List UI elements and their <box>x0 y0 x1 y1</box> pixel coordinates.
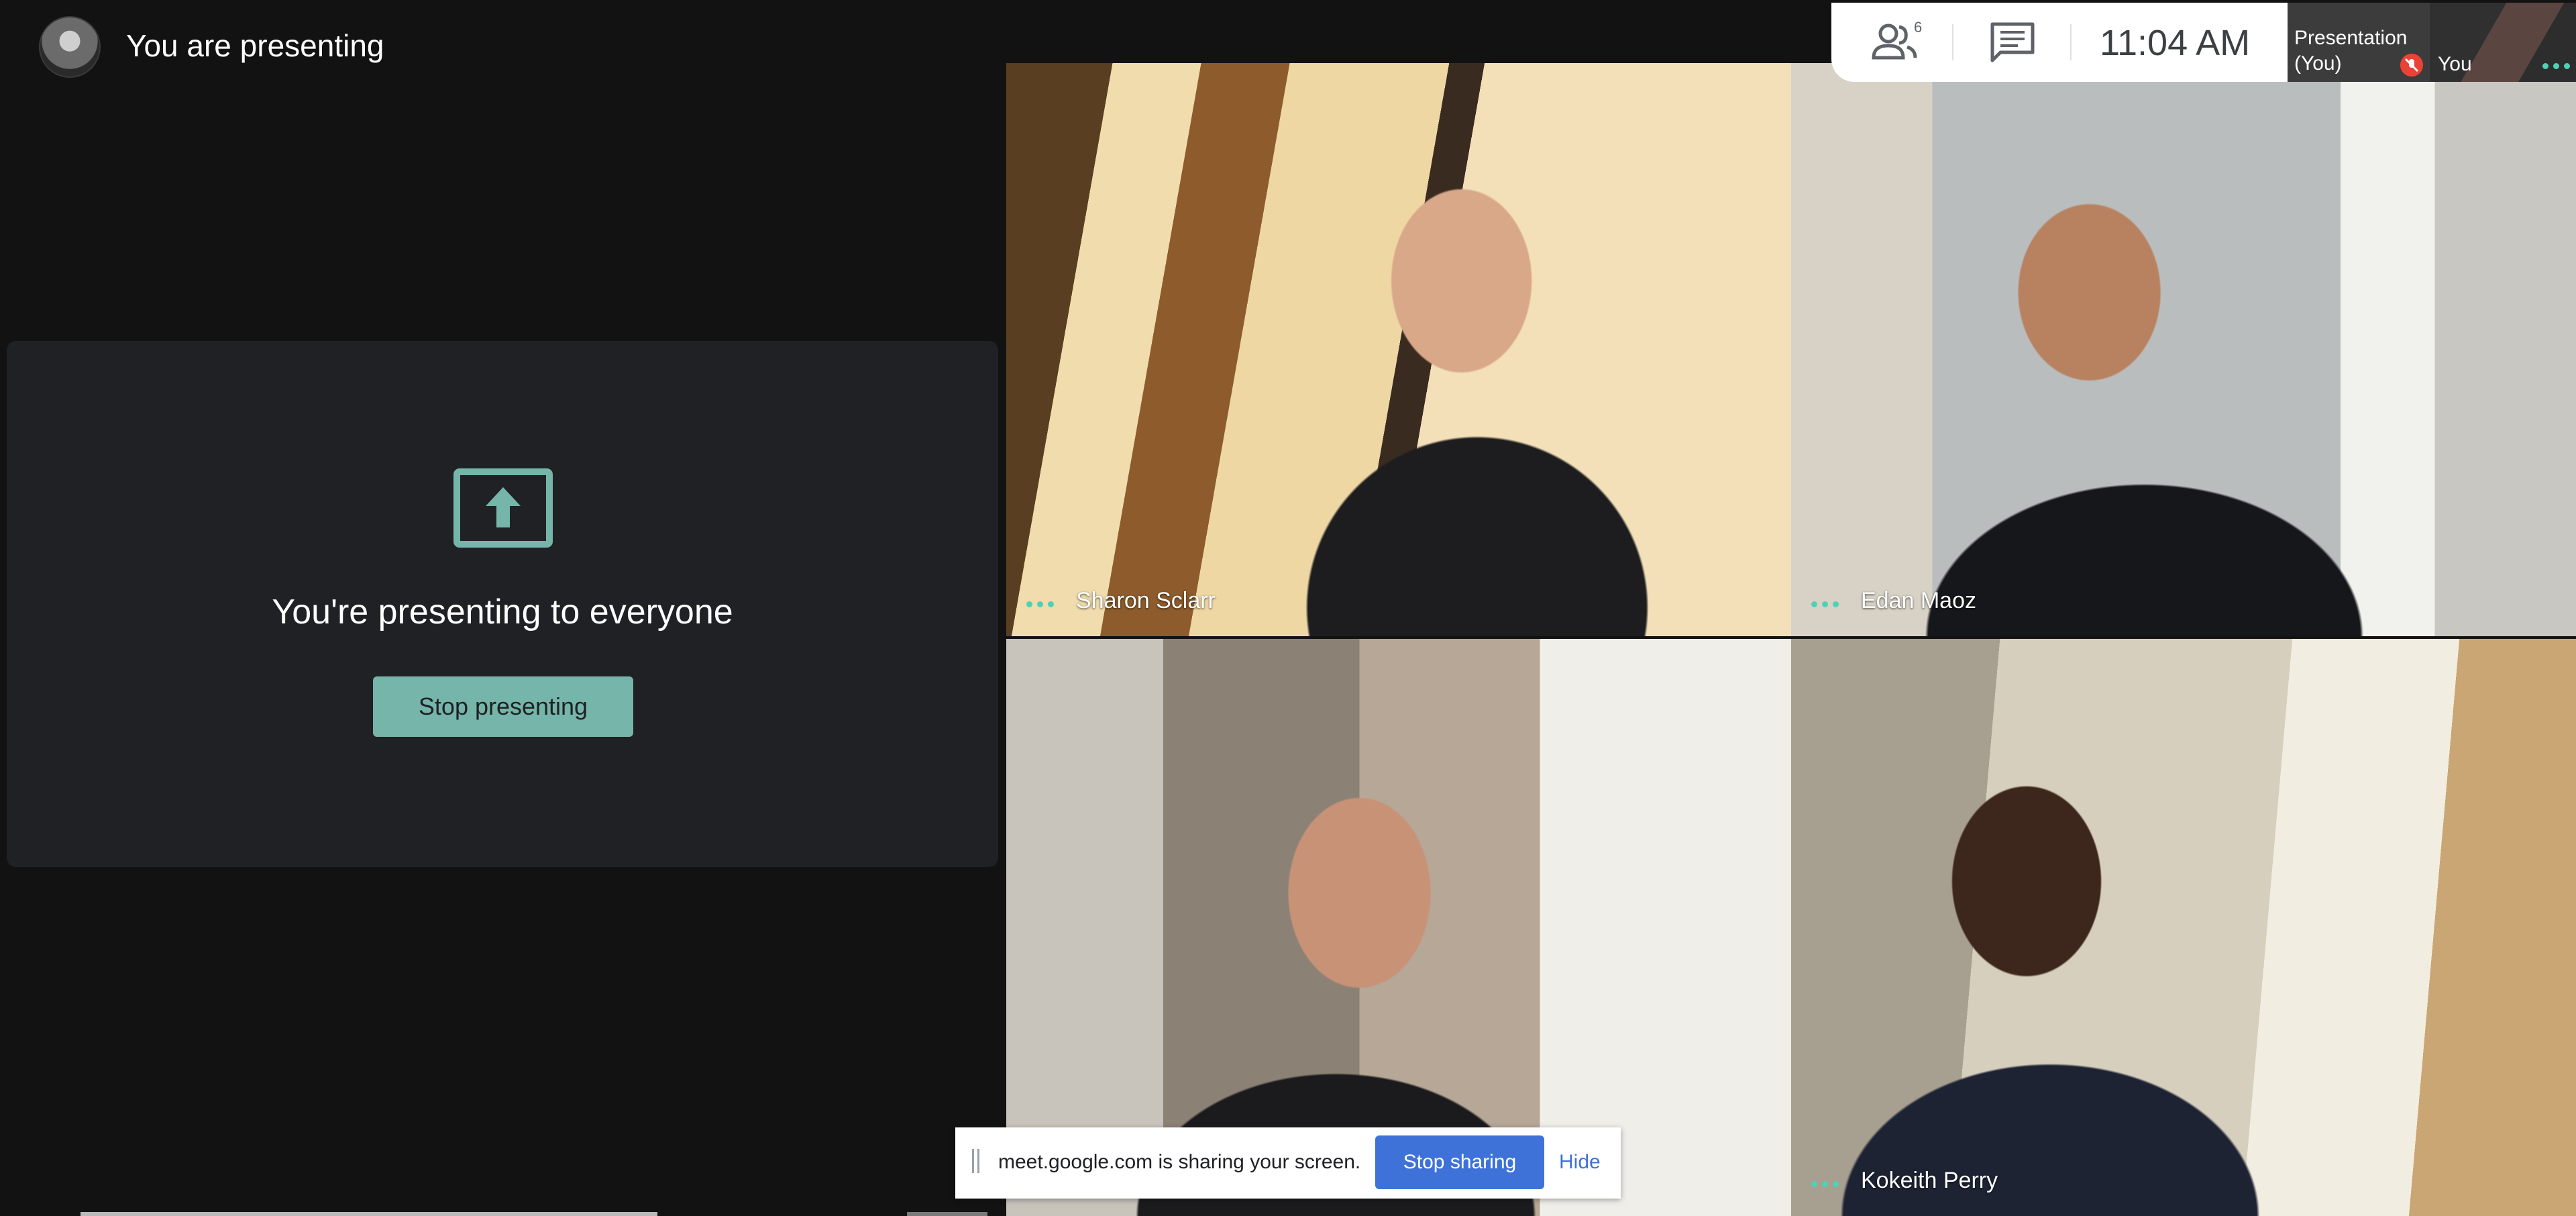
more-options-icon[interactable] <box>2542 63 2572 70</box>
participant-tile-kokeith[interactable]: Kokeith Perry <box>1791 639 2576 1216</box>
divider <box>1952 24 1953 60</box>
stop-presenting-button[interactable]: Stop presenting <box>373 676 633 737</box>
participant-tile-sharon[interactable]: Sharon Sclarr <box>1006 63 1791 636</box>
self-view-label: You <box>2438 53 2472 75</box>
user-avatar <box>39 16 101 78</box>
presenting-message: You're presenting to everyone <box>272 593 733 631</box>
hide-link[interactable]: Hide <box>1559 1149 1601 1176</box>
more-options-icon[interactable] <box>1026 601 1056 608</box>
people-count: 6 <box>1914 19 1923 36</box>
more-options-icon[interactable] <box>1811 1181 1841 1188</box>
participant-name: Kokeith Perry <box>1861 1168 1998 1193</box>
presenting-title: You are presenting <box>126 28 384 63</box>
chat-icon[interactable] <box>1986 19 2039 66</box>
mic-off-icon <box>2400 54 2423 77</box>
scrollbar-thumb[interactable] <box>907 1212 987 1216</box>
more-options-icon[interactable] <box>1811 601 1841 608</box>
participant-tile-edan[interactable]: Edan Maoz <box>1791 63 2576 636</box>
meeting-clock: 11:04 AM <box>2100 23 2251 63</box>
stop-sharing-button[interactable]: Stop sharing <box>1375 1135 1544 1189</box>
scrollbar[interactable] <box>80 1212 657 1216</box>
divider <box>2070 24 2072 60</box>
presentation-thumbnail-label: Presentation (You) <box>2294 27 2408 74</box>
sharing-message: meet.google.com is sharing your screen. <box>998 1151 1361 1173</box>
drag-handle-icon[interactable] <box>971 1149 981 1173</box>
present-to-all-icon <box>453 468 553 548</box>
participant-name: Sharon Sclarr <box>1076 588 1216 613</box>
participant-name: Edan Maoz <box>1861 588 1976 613</box>
